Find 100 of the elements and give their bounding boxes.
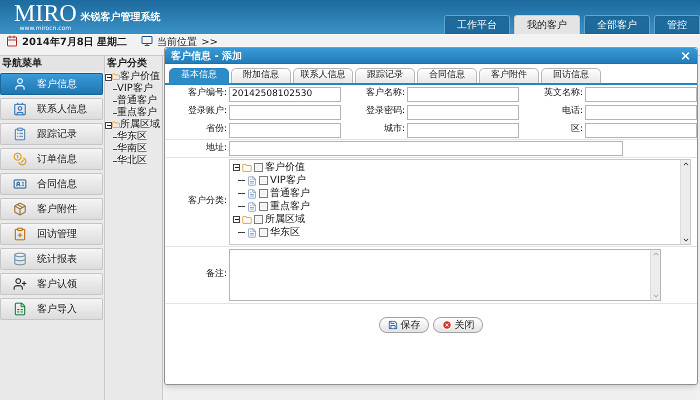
nav-item[interactable]: 客户认领 (0, 273, 103, 295)
location-label: 当前位置 (157, 36, 198, 50)
scrollbar[interactable] (680, 160, 690, 244)
dialog-tab[interactable]: 回访信息 (541, 68, 601, 83)
save-button[interactable]: 保存 (379, 317, 429, 333)
nav-item[interactable]: 订单信息 (0, 148, 103, 170)
user-plus-icon (13, 277, 27, 291)
tree-item[interactable]: 重点客户 (117, 108, 157, 118)
input-field[interactable] (407, 122, 519, 138)
nav-item[interactable]: 客户信息 (0, 73, 103, 95)
tree-item[interactable]: 客户价值 (120, 72, 160, 82)
document-icon (247, 202, 257, 212)
field-label: 客户编号: (186, 86, 227, 100)
document-icon (247, 228, 257, 238)
header-tab[interactable]: 工作平台 (444, 15, 510, 34)
close-icon (442, 320, 452, 330)
checkbox[interactable] (259, 202, 268, 211)
address-field[interactable] (229, 141, 623, 156)
tree-item[interactable]: VIP客户 (270, 176, 306, 186)
tree-item[interactable]: 普通客户 (117, 96, 157, 106)
folder-icon (112, 73, 120, 81)
folder-icon (242, 162, 252, 172)
database-icon (13, 252, 27, 266)
header-tab[interactable]: 全部客户 (584, 15, 650, 34)
input-field[interactable] (229, 122, 341, 138)
dialog-tab[interactable]: 合同信息 (417, 68, 477, 83)
input-field[interactable] (407, 86, 519, 102)
tree-item[interactable]: 重点客户 (270, 202, 310, 212)
field-label: 城市: (382, 122, 405, 136)
dialog-tab[interactable]: 客户附件 (479, 68, 539, 83)
collapse-icon[interactable] (233, 164, 240, 171)
input-field[interactable] (585, 104, 697, 120)
checkbox[interactable] (259, 228, 268, 237)
spreadsheet-icon (13, 302, 27, 316)
package-icon (13, 202, 27, 216)
nav-item[interactable]: 跟踪记录 (0, 123, 103, 145)
tree-item[interactable]: 客户价值 (265, 162, 305, 172)
save-icon (388, 320, 398, 330)
tree-item[interactable]: 华东区 (117, 132, 147, 142)
input-field[interactable] (585, 122, 697, 138)
tree-item[interactable]: 华南区 (117, 144, 147, 154)
input-field[interactable]: 20142508102530 (229, 86, 341, 102)
field-label: 客户名称: (364, 86, 405, 100)
scroll-down-icon[interactable] (682, 236, 690, 244)
collapse-icon[interactable] (105, 122, 112, 128)
tree-item[interactable]: 所属区域 (265, 214, 305, 224)
tree-item[interactable]: 华东区 (270, 228, 300, 238)
field-label: 区: (570, 123, 583, 136)
nav-item[interactable]: 客户导入 (0, 298, 103, 320)
field-label: 英文名称: (542, 86, 583, 100)
id-card-icon (13, 177, 27, 191)
header-tab[interactable]: 我的客户 (514, 15, 580, 34)
nav-item[interactable]: 客户附件 (0, 198, 103, 220)
dialog-tab[interactable]: 附加信息 (231, 68, 291, 83)
checkbox[interactable] (254, 215, 263, 224)
scroll-up-icon[interactable] (682, 160, 690, 168)
input-field[interactable] (229, 104, 341, 120)
tree-item[interactable]: 普通客户 (270, 188, 310, 198)
document-icon (247, 188, 257, 198)
dialog-tab[interactable]: 联系人信息 (293, 68, 353, 83)
document-icon (247, 176, 257, 186)
category-title: 客户分类 (106, 56, 148, 70)
date-text: 2014年7月8日 星期二 (22, 36, 128, 50)
folder-icon (112, 121, 120, 129)
checkbox[interactable] (259, 189, 268, 198)
nav-title: 导航菜单 (0, 56, 104, 71)
nav-item[interactable]: 回访管理 (0, 223, 103, 245)
folder-icon (242, 214, 252, 224)
coins-icon (13, 152, 27, 166)
list-icon (13, 127, 27, 141)
field-label: 登录密码: (364, 104, 405, 118)
input-field[interactable] (585, 86, 697, 102)
collapse-icon[interactable] (233, 216, 240, 223)
app-title: 米锐客户管理系统 (80, 10, 161, 24)
field-label: 登录账户: (186, 104, 227, 118)
logo: MIRO (14, 2, 77, 26)
field-label: 客户分类: (186, 195, 227, 208)
checkbox[interactable] (259, 176, 268, 185)
checkbox[interactable] (254, 163, 263, 172)
close-dialog-button[interactable]: 关闭 (433, 317, 483, 333)
tree-item[interactable]: VIP客户 (117, 84, 153, 94)
monitor-icon (141, 35, 154, 47)
field-label: 地址: (204, 142, 227, 155)
field-label: 备注: (204, 268, 227, 282)
header-tab[interactable]: 管控 (654, 15, 700, 34)
field-label: 省份: (204, 122, 227, 136)
contact-card-icon (13, 102, 27, 116)
dialog-title: 客户信息 - 添加 (171, 49, 242, 64)
tree-item[interactable]: 华北区 (117, 156, 147, 166)
nav-item[interactable]: 合同信息 (0, 173, 103, 195)
collapse-icon[interactable] (105, 74, 112, 80)
clipboard-plus-icon (13, 227, 27, 241)
dialog-tab[interactable]: 跟踪记录 (355, 68, 415, 83)
nav-item[interactable]: 联系人信息 (0, 98, 103, 120)
calendar-icon (6, 35, 18, 47)
close-button[interactable]: × (680, 50, 691, 62)
nav-item[interactable]: 统计报表 (0, 248, 103, 270)
input-field[interactable] (407, 104, 519, 120)
tree-item[interactable]: 所属区域 (120, 120, 160, 130)
dialog-tab[interactable]: 基本信息 (169, 68, 229, 83)
